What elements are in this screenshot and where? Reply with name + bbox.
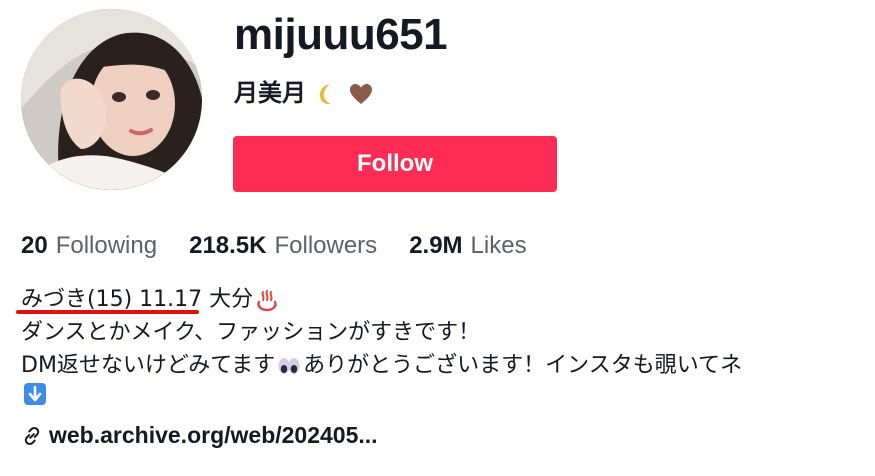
followers-count: 218.5K	[189, 232, 267, 259]
following-count: 20	[21, 232, 48, 259]
link-icon	[24, 426, 40, 445]
bio-line-3-text-a: DM返せないけどみてます	[21, 353, 276, 378]
likes-count: 2.9M	[409, 232, 463, 259]
stat-following[interactable]: 20 Following	[21, 228, 157, 264]
profile-bio: みづき(15) 11.17 大分 ダンスとかメイク、ファッションがすきです！ D…	[16, 283, 742, 406]
bio-line-4	[21, 382, 742, 406]
eyes-icon	[278, 357, 300, 374]
profile-link[interactable]: web.archive.org/web/202405...	[21, 422, 378, 449]
profile-stats: 20 Following 218.5K Followers 2.9M Likes	[21, 228, 527, 264]
profile-username: mijuuu651	[234, 10, 448, 59]
following-label: Following	[55, 232, 158, 259]
bio-line-2: ダンスとかメイク、ファッションがすきです！	[21, 316, 742, 349]
brown-heart-icon	[350, 84, 372, 104]
bio-line-3: DM返せないけどみてます ありがとうございます！インスタも覗いてネ	[21, 349, 742, 382]
profile-link-text: web.archive.org/web/202405...	[49, 422, 378, 448]
followers-label: Followers	[274, 232, 378, 259]
likes-label: Likes	[470, 232, 527, 259]
bio-line-3-text-b: ありがとうございます！インスタも覗いてネ	[303, 353, 743, 378]
nickname-text: 月美月	[234, 80, 306, 107]
profile-avatar[interactable]	[21, 9, 202, 190]
avatar-photo	[21, 9, 202, 190]
hot-springs-icon	[257, 289, 277, 311]
down-arrow-icon	[24, 383, 46, 405]
crescent-moon-icon	[319, 84, 331, 105]
stat-likes: 2.9M Likes	[409, 228, 526, 264]
bio-line-1: みづき(15) 11.17 大分	[16, 283, 742, 316]
bio-line-2-text: ダンスとかメイク、ファッションがすきです！	[21, 320, 481, 345]
red-underline-annotation	[16, 310, 199, 314]
profile-nickname: 月美月	[234, 76, 374, 112]
stat-followers[interactable]: 218.5K Followers	[189, 228, 377, 264]
follow-button[interactable]: Follow	[233, 136, 557, 192]
